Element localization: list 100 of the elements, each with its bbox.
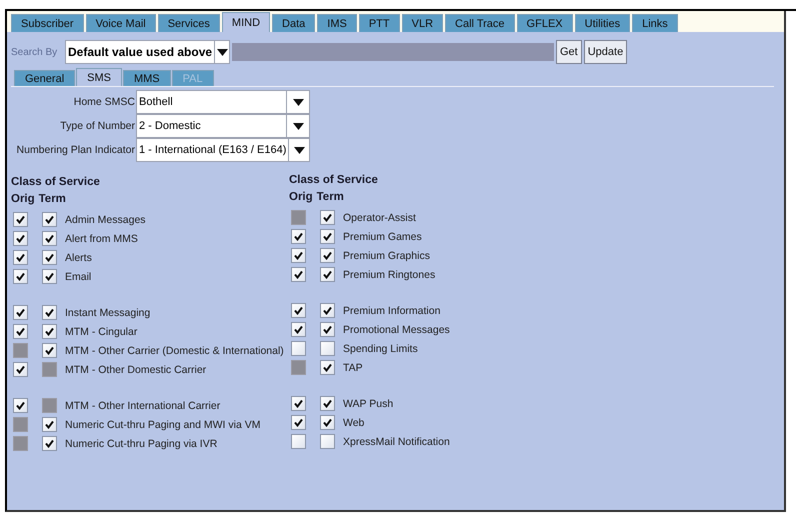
checkbox[interactable] xyxy=(320,434,335,449)
tab[interactable]: MMS xyxy=(122,70,171,86)
checkbox[interactable] xyxy=(42,436,57,451)
option-label: Numeric Cut-thru Paging and MWI via VM xyxy=(65,418,260,430)
tab[interactable]: IMS xyxy=(317,14,357,32)
tab[interactable]: Call Trace xyxy=(445,14,515,32)
section-title: Class of Service xyxy=(11,176,100,190)
checkbox[interactable] xyxy=(291,303,306,318)
checkbox[interactable] xyxy=(42,250,57,265)
tab[interactable]: VLR xyxy=(402,14,444,32)
check-icon xyxy=(323,325,332,334)
checkbox[interactable] xyxy=(320,415,335,430)
check-icon xyxy=(45,327,54,336)
checkbox[interactable] xyxy=(320,229,335,244)
check-icon xyxy=(45,215,54,224)
checkbox[interactable] xyxy=(42,231,57,246)
check-icon xyxy=(16,401,25,410)
checkbox[interactable] xyxy=(291,229,306,244)
checkbox[interactable] xyxy=(13,250,28,265)
check-icon xyxy=(16,365,25,374)
option-label: Spending Limits xyxy=(343,342,418,354)
option-label: Numeric Cut-thru Paging via IVR xyxy=(65,438,218,450)
checkbox[interactable] xyxy=(320,322,335,337)
action-button[interactable]: Get xyxy=(556,40,582,64)
checkbox[interactable] xyxy=(320,267,335,282)
tab[interactable]: Utilities xyxy=(574,14,630,32)
dropdown[interactable]: Bothell xyxy=(136,90,310,114)
checkbox[interactable] xyxy=(291,396,306,411)
checkbox[interactable] xyxy=(42,269,57,284)
dropdown[interactable]: 1 - International (E163 / E164) xyxy=(136,138,310,162)
check-icon xyxy=(323,363,332,372)
checkbox[interactable] xyxy=(13,305,28,320)
option-label: Premium Graphics xyxy=(343,250,430,262)
check-icon xyxy=(323,399,332,408)
checkbox[interactable] xyxy=(320,248,335,263)
checkbox[interactable] xyxy=(13,231,28,246)
option-label: Alerts xyxy=(65,252,92,264)
checkbox[interactable] xyxy=(42,324,57,339)
checkbox[interactable] xyxy=(320,303,335,318)
tab[interactable]: Services xyxy=(158,14,220,32)
checkbox[interactable] xyxy=(291,322,306,337)
checkbox[interactable] xyxy=(13,269,28,284)
caret-icon xyxy=(216,48,228,56)
tab[interactable]: General xyxy=(14,70,76,86)
option-label: Instant Messaging xyxy=(65,306,150,318)
option-label: Web xyxy=(343,416,364,428)
tab[interactable]: Subscriber xyxy=(11,14,84,32)
tab[interactable]: PTT xyxy=(358,14,400,32)
checkbox[interactable] xyxy=(320,396,335,411)
checkbox[interactable] xyxy=(42,343,57,358)
checkbox[interactable] xyxy=(13,212,28,227)
check-icon xyxy=(45,420,54,429)
checkbox[interactable] xyxy=(13,324,28,339)
option-label: Admin Messages xyxy=(65,214,146,226)
checkbox[interactable] xyxy=(42,212,57,227)
field-label: Numbering Plan Indicator xyxy=(16,144,136,156)
checkbox[interactable] xyxy=(291,434,306,449)
checkbox[interactable] xyxy=(13,362,28,377)
option-label: MTM - Other Domestic Carrier xyxy=(65,364,206,376)
column-header: Orig xyxy=(289,191,313,205)
checkbox[interactable] xyxy=(291,267,306,282)
checkbox[interactable] xyxy=(42,305,57,320)
dropdown[interactable]: Default value used above xyxy=(65,40,230,64)
checkbox[interactable] xyxy=(13,398,28,413)
check-icon xyxy=(16,272,25,281)
caret-icon xyxy=(294,146,305,154)
checkbox[interactable] xyxy=(320,360,335,375)
checkbox[interactable] xyxy=(42,417,57,432)
checkbox[interactable] xyxy=(291,415,306,430)
check-icon xyxy=(45,308,54,317)
checkbox[interactable] xyxy=(291,341,306,356)
checkbox[interactable] xyxy=(291,248,306,263)
tab[interactable]: Data xyxy=(272,14,316,32)
check-icon xyxy=(323,213,332,222)
check-icon xyxy=(294,270,303,279)
checkbox[interactable] xyxy=(320,210,335,225)
check-icon xyxy=(294,325,303,334)
option-label: MTM - Cingular xyxy=(65,326,138,338)
dropdown[interactable]: 2 - Domestic xyxy=(136,114,310,138)
checkbox[interactable] xyxy=(320,341,335,356)
tab[interactable]: Voice Mail xyxy=(86,14,156,32)
check-icon xyxy=(45,234,54,243)
tab[interactable]: GFLEX xyxy=(516,14,573,32)
tab[interactable]: MIND xyxy=(222,12,270,32)
option-label: Email xyxy=(65,270,92,282)
check-icon xyxy=(294,399,303,408)
check-icon xyxy=(45,272,54,281)
action-button[interactable]: Update xyxy=(584,40,628,64)
check-icon xyxy=(294,418,303,427)
tab[interactable]: SMS xyxy=(76,68,122,86)
option-label: Alert from MMS xyxy=(65,232,138,244)
option-label: Promotional Messages xyxy=(343,324,450,336)
option-label: WAP Push xyxy=(343,398,394,410)
option-label: XpressMail Notification xyxy=(343,436,450,448)
caret-icon xyxy=(292,98,304,106)
option-label: Premium Games xyxy=(343,230,422,242)
field-label: Type of Number xyxy=(59,120,136,132)
check-icon xyxy=(16,215,25,224)
option-label: Premium Ringtones xyxy=(343,268,436,280)
tab[interactable]: Links xyxy=(632,14,678,32)
